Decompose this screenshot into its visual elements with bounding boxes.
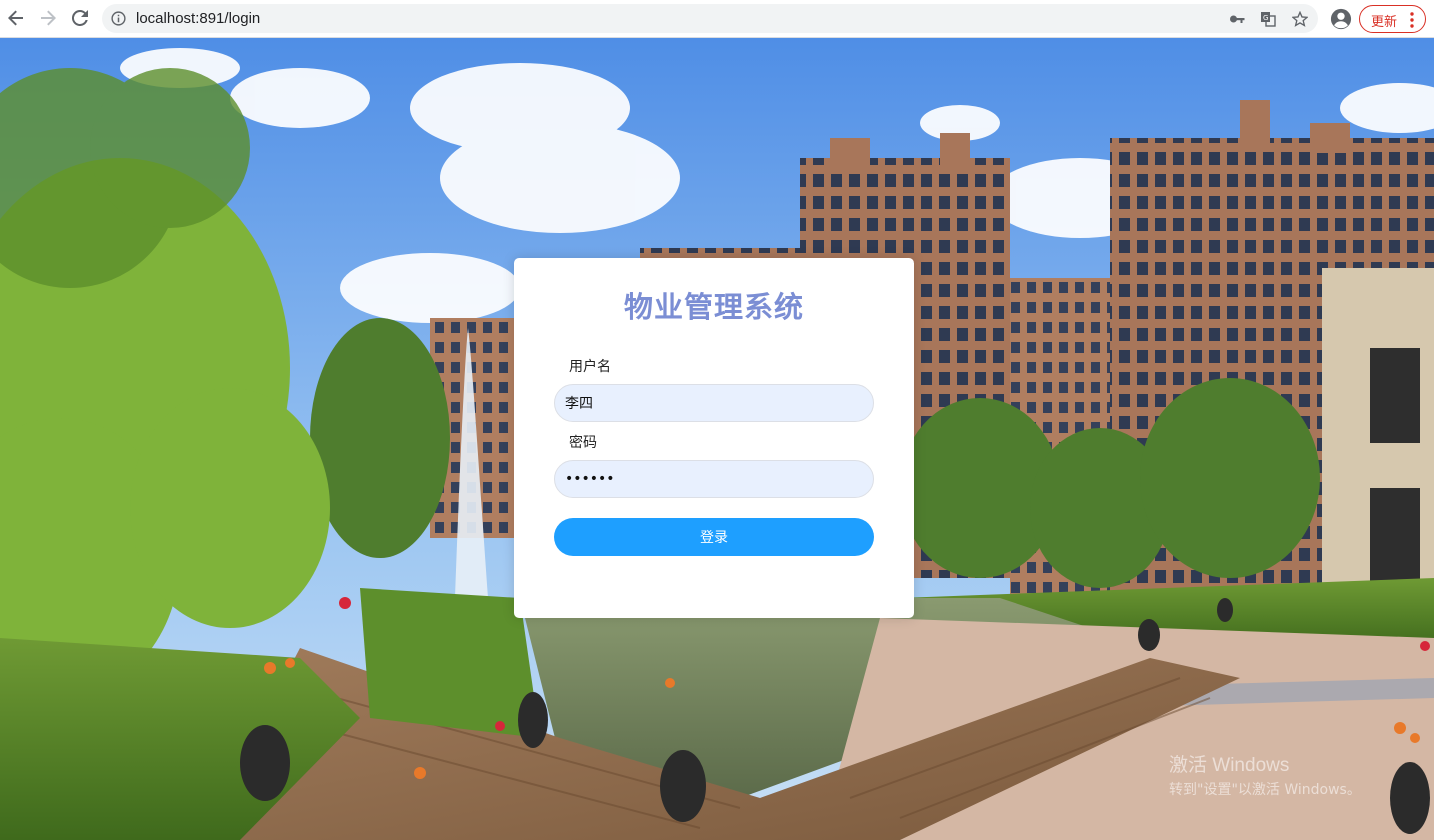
update-button[interactable]: 更新	[1359, 5, 1426, 33]
login-button[interactable]: 登录	[554, 518, 874, 556]
login-card: 物业管理系统 用户名 密码 登录	[514, 258, 914, 618]
watermark-subtitle: 转到"设置"以激活 Windows。	[1169, 782, 1361, 798]
username-input[interactable]	[554, 384, 874, 422]
watermark-title: 激活 Windows	[1169, 755, 1290, 776]
password-label: 密码	[569, 435, 597, 451]
info-icon[interactable]	[111, 11, 126, 26]
menu-icon[interactable]	[1410, 12, 1414, 28]
forward-button[interactable]	[36, 6, 60, 30]
windows-activation-watermark: 激活 Windows 转到"设置"以激活 Windows。	[1169, 750, 1361, 799]
account-icon[interactable]	[1330, 8, 1352, 30]
page-title: 物业管理系统	[623, 290, 804, 324]
star-icon[interactable]	[1292, 11, 1308, 27]
svg-text:G: G	[1263, 14, 1268, 22]
address-bar[interactable]: localhost:891/login G	[102, 4, 1318, 33]
back-button[interactable]	[4, 6, 28, 30]
username-label: 用户名	[569, 359, 611, 375]
back-icon	[8, 10, 23, 26]
forward-icon	[41, 10, 56, 26]
translate-icon[interactable]: G	[1260, 11, 1276, 27]
password-input[interactable]	[554, 460, 874, 498]
browser-toolbar: localhost:891/login G 更新	[0, 0, 1434, 38]
url-text[interactable]: localhost:891/login	[136, 10, 260, 27]
key-icon[interactable]	[1229, 11, 1245, 27]
reload-button[interactable]	[68, 6, 92, 30]
update-label: 更新	[1371, 15, 1398, 30]
reload-icon	[72, 10, 88, 26]
